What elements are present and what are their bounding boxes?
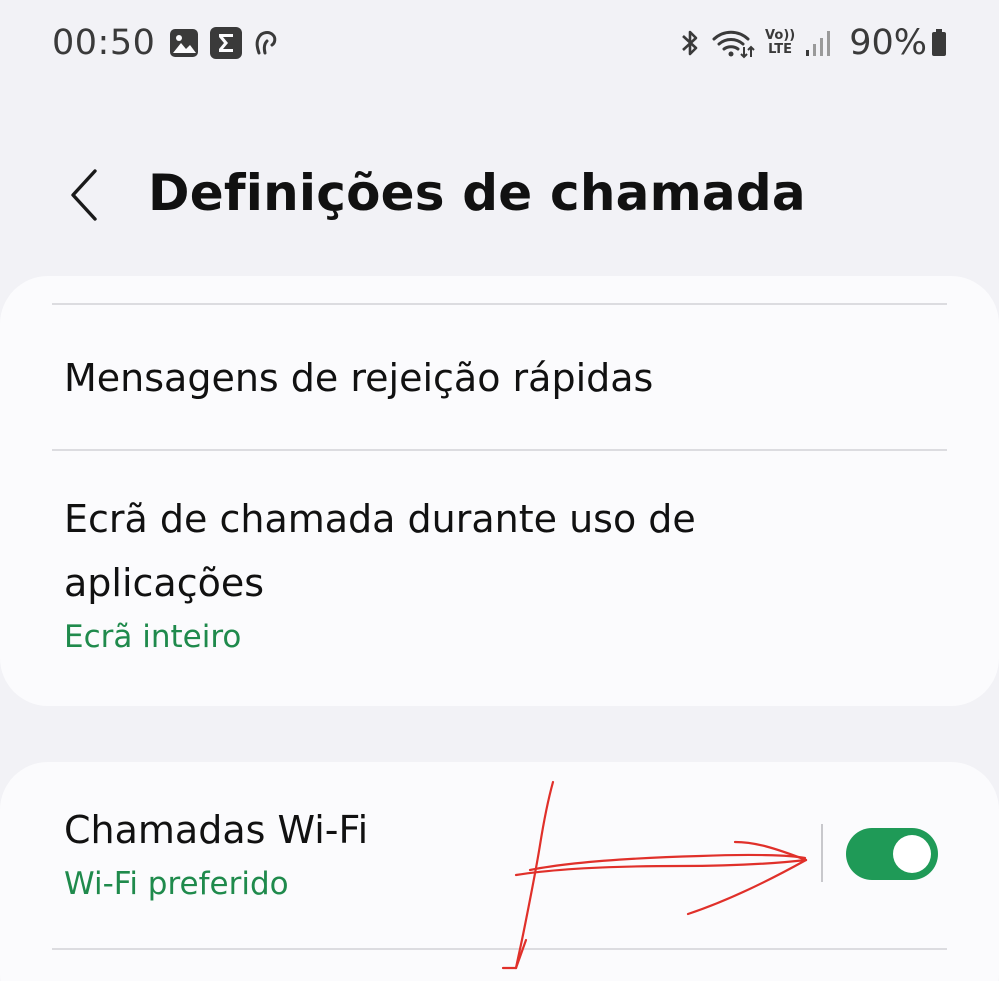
wifi-calling-icon	[711, 27, 755, 59]
wifi-calling-toggle[interactable]	[846, 828, 938, 880]
volte-bottom-label: LTE	[768, 42, 793, 57]
toggle-separator	[821, 824, 823, 882]
divider	[52, 449, 947, 451]
chevron-left-icon	[71, 169, 97, 221]
signal-icon	[805, 29, 831, 57]
volte-icon: Vo)) LTE	[765, 29, 795, 57]
battery-percent: 90%	[849, 23, 927, 63]
item-subtitle: Ecrã inteiro	[64, 619, 242, 655]
call-display-while-using-apps-item[interactable]: Ecrã de chamada durante uso de aplicaçõe…	[64, 487, 947, 659]
wifi-calling-item[interactable]: Chamadas Wi-Fi Wi-Fi preferido	[64, 798, 799, 906]
volte-top-label: Vo))	[765, 28, 796, 43]
divider	[52, 948, 947, 950]
hearing-aid-icon	[253, 27, 279, 59]
battery-icon	[931, 29, 947, 57]
status-right: Vo)) LTE 90%	[679, 23, 947, 63]
gallery-icon	[169, 28, 199, 58]
item-subtitle: Wi-Fi preferido	[64, 866, 289, 902]
item-title: Chamadas Wi-Fi	[64, 808, 369, 852]
back-button[interactable]	[58, 160, 110, 230]
page-title: Definições de chamada	[148, 164, 806, 222]
divider	[52, 303, 947, 305]
header: Definições de chamada	[0, 150, 999, 240]
item-title: Ecrã de chamada durante uso de aplicaçõe…	[64, 497, 696, 605]
sigma-app-icon	[209, 26, 243, 60]
quick-decline-messages-item[interactable]: Mensagens de rejeição rápidas	[64, 346, 947, 410]
item-title: Mensagens de rejeição rápidas	[64, 356, 654, 400]
status-bar: 00:50 Vo)) LTE 90%	[0, 0, 999, 86]
bluetooth-icon	[679, 27, 701, 59]
status-clock: 00:50	[52, 23, 156, 63]
toggle-knob	[893, 835, 931, 873]
status-left: 00:50	[52, 23, 289, 63]
screen: 00:50 Vo)) LTE 90% Definições de chamada…	[0, 0, 999, 981]
